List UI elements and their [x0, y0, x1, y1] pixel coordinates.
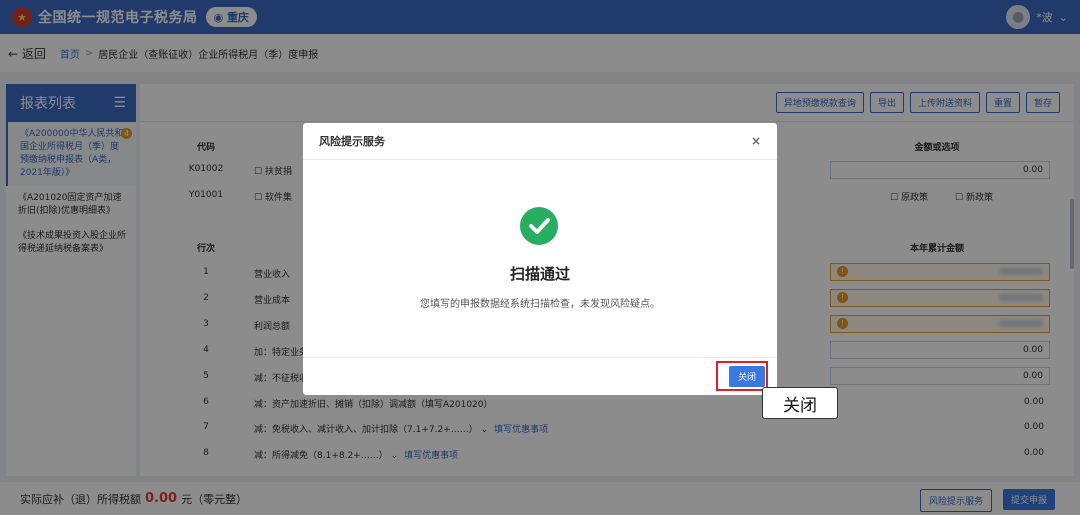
result-title: 扫描通过 — [509, 265, 570, 283]
highlight-box — [716, 361, 768, 391]
success-check-icon — [520, 207, 558, 245]
close-icon[interactable]: × — [751, 134, 761, 148]
annotation-tooltip: 关闭 — [762, 387, 838, 419]
risk-dialog: 风险提示服务 × 扫描通过 您填写的申报数据经系统扫描检查，未发现风险疑点。 关… — [303, 123, 777, 395]
result-text: 您填写的申报数据经系统扫描检查，未发现风险疑点。 — [420, 299, 660, 310]
dialog-title: 风险提示服务 — [319, 135, 385, 148]
dialog-footer: 关闭 — [303, 357, 777, 395]
dialog-header: 风险提示服务 × — [303, 123, 777, 160]
